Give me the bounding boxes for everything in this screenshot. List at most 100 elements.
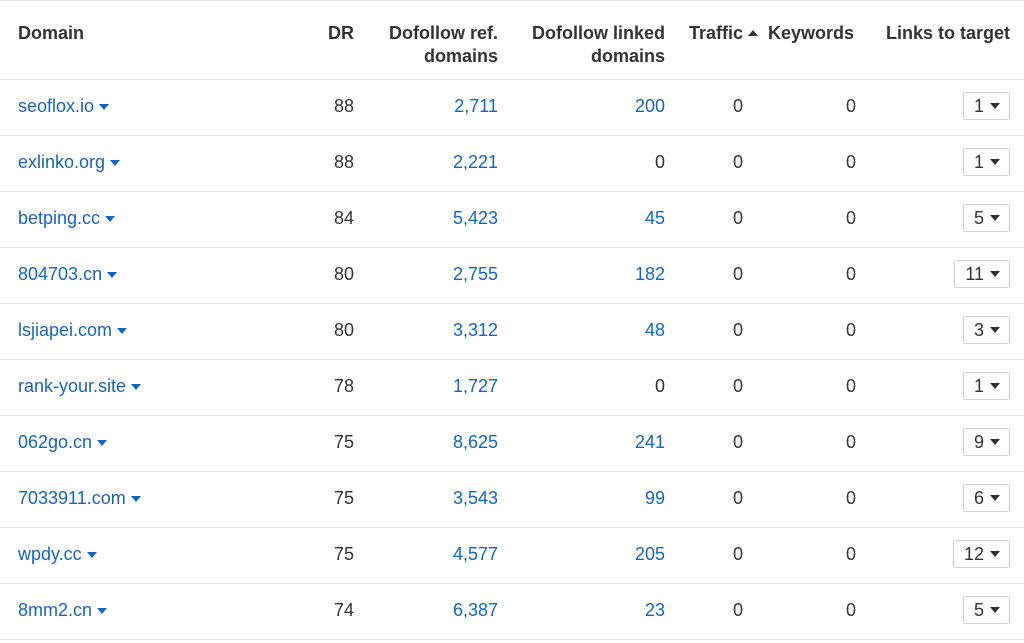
keywords-value: 0: [846, 264, 857, 284]
column-header-keywords[interactable]: Keywords: [768, 22, 854, 45]
keywords-value: 0: [846, 96, 857, 116]
table-row: 062go.cn 75 8,625 241 0 0 9: [0, 416, 1024, 472]
chevron-down-icon: [990, 383, 1000, 389]
chevron-down-icon: [990, 271, 1000, 277]
ref-domains-link[interactable]: 8,625: [453, 431, 498, 453]
chevron-down-icon[interactable]: [131, 384, 142, 390]
column-header-domain[interactable]: Domain: [18, 22, 84, 45]
domain-link[interactable]: betping.cc: [18, 207, 116, 229]
links-to-target-dropdown[interactable]: 5: [962, 596, 1010, 624]
column-header-links-to-target[interactable]: Links to target: [886, 22, 1010, 45]
domain-link[interactable]: lsjiapei.com: [18, 319, 128, 341]
traffic-value: 0: [733, 96, 744, 116]
linked-domains-value[interactable]: 205: [635, 543, 665, 565]
column-header-links-to-target-label: Links to target: [885, 23, 1010, 43]
keywords-value: 0: [846, 376, 857, 396]
links-to-target-dropdown[interactable]: 1: [962, 148, 1010, 176]
traffic-value: 0: [733, 488, 744, 508]
table-header: Domain DR Dofollow ref. domains Dofollow…: [0, 1, 1024, 80]
chevron-down-icon: [990, 495, 1000, 501]
traffic-value: 0: [733, 320, 744, 340]
domain-name: rank-your.site: [18, 376, 127, 396]
ref-domains-link[interactable]: 3,543: [453, 487, 498, 509]
domain-name: seoflox.io: [18, 96, 95, 116]
ref-domains-link[interactable]: 6,387: [453, 599, 498, 621]
chevron-down-icon[interactable]: [86, 552, 97, 558]
linked-domains-value[interactable]: 99: [645, 487, 665, 509]
domain-link[interactable]: wpdy.cc: [18, 543, 97, 565]
domain-link[interactable]: exlinko.org: [18, 151, 121, 173]
linked-domains-value[interactable]: 23: [645, 599, 665, 621]
chevron-down-icon: [990, 159, 1000, 165]
traffic-value: 0: [733, 208, 744, 228]
column-header-dofollow-ref-domains[interactable]: Dofollow ref. domains: [389, 22, 498, 68]
dr-value: 78: [333, 376, 354, 396]
linked-domains-value[interactable]: 48: [645, 319, 665, 341]
links-count: 12: [963, 544, 984, 564]
chevron-down-icon: [990, 551, 1000, 557]
linked-domains-value[interactable]: 182: [635, 263, 665, 285]
keywords-value: 0: [846, 320, 857, 340]
links-count: 1: [973, 152, 984, 172]
links-to-target-dropdown[interactable]: 1: [962, 92, 1010, 120]
ref-domains-link[interactable]: 4,577: [453, 543, 498, 565]
chevron-down-icon[interactable]: [97, 440, 108, 446]
domain-link[interactable]: 8mm2.cn: [18, 599, 108, 621]
domain-link[interactable]: 062go.cn: [18, 431, 108, 453]
links-to-target-dropdown[interactable]: 12: [952, 540, 1010, 568]
linked-domains-value[interactable]: 200: [635, 95, 665, 117]
keywords-value: 0: [846, 208, 857, 228]
domain-name: lsjiapei.com: [18, 320, 113, 340]
links-to-target-dropdown[interactable]: 1: [962, 372, 1010, 400]
chevron-down-icon[interactable]: [130, 496, 141, 502]
ref-domains-link[interactable]: 3,312: [453, 319, 498, 341]
linked-domains-value: 0: [654, 376, 665, 396]
column-header-dr[interactable]: DR: [328, 22, 354, 45]
domain-link[interactable]: rank-your.site: [18, 375, 142, 397]
traffic-value: 0: [733, 544, 744, 564]
column-header-ref-domains-line1: Dofollow ref.: [389, 23, 498, 43]
chevron-down-icon: [990, 103, 1000, 109]
links-to-target-dropdown[interactable]: 9: [962, 428, 1010, 456]
links-count: 11: [965, 264, 984, 284]
linked-domains-value[interactable]: 45: [645, 207, 665, 229]
chevron-down-icon[interactable]: [110, 160, 121, 166]
table-row: seoflox.io 88 2,711 200 0 0 1: [0, 80, 1024, 136]
domain-link[interactable]: 804703.cn: [18, 263, 118, 285]
links-count: 3: [973, 320, 984, 340]
dr-value: 80: [333, 264, 354, 284]
links-to-target-dropdown[interactable]: 6: [962, 484, 1010, 512]
ref-domains-link[interactable]: 2,711: [454, 95, 498, 117]
links-to-target-dropdown[interactable]: 3: [962, 316, 1010, 344]
traffic-value: 0: [733, 600, 744, 620]
chevron-down-icon[interactable]: [97, 608, 108, 614]
domain-link[interactable]: seoflox.io: [18, 95, 110, 117]
column-header-ref-domains-line2: domains: [423, 46, 498, 66]
links-to-target-dropdown[interactable]: 11: [954, 260, 1010, 288]
chevron-down-icon[interactable]: [107, 272, 118, 278]
dr-value: 75: [333, 488, 354, 508]
chevron-down-icon[interactable]: [117, 328, 128, 334]
chevron-down-icon: [990, 215, 1000, 221]
ref-domains-link[interactable]: 5,423: [453, 207, 498, 229]
domain-name: 8mm2.cn: [18, 600, 93, 620]
column-header-dr-label: DR: [328, 23, 354, 43]
traffic-value: 0: [733, 376, 744, 396]
ref-domains-link[interactable]: 2,755: [453, 263, 498, 285]
linked-domains-value: 0: [654, 152, 665, 172]
dr-value: 75: [333, 544, 354, 564]
domain-link[interactable]: 7033911.com: [18, 487, 141, 509]
links-to-target-dropdown[interactable]: 5: [962, 204, 1010, 232]
ref-domains-link[interactable]: 2,221: [453, 151, 498, 173]
linked-domains-value[interactable]: 241: [635, 431, 665, 453]
domain-name: wpdy.cc: [18, 544, 82, 564]
chevron-down-icon[interactable]: [105, 216, 116, 222]
table-row: 804703.cn 80 2,755 182 0 0 11: [0, 248, 1024, 304]
column-header-traffic[interactable]: Traffic: [689, 22, 759, 45]
column-header-dofollow-linked-domains[interactable]: Dofollow linked domains: [532, 22, 665, 68]
dr-value: 88: [333, 96, 354, 116]
table-row: betping.cc 84 5,423 45 0 0 5: [0, 192, 1024, 248]
ref-domains-link[interactable]: 1,727: [453, 375, 498, 397]
keywords-value: 0: [846, 152, 857, 172]
chevron-down-icon[interactable]: [99, 104, 110, 110]
